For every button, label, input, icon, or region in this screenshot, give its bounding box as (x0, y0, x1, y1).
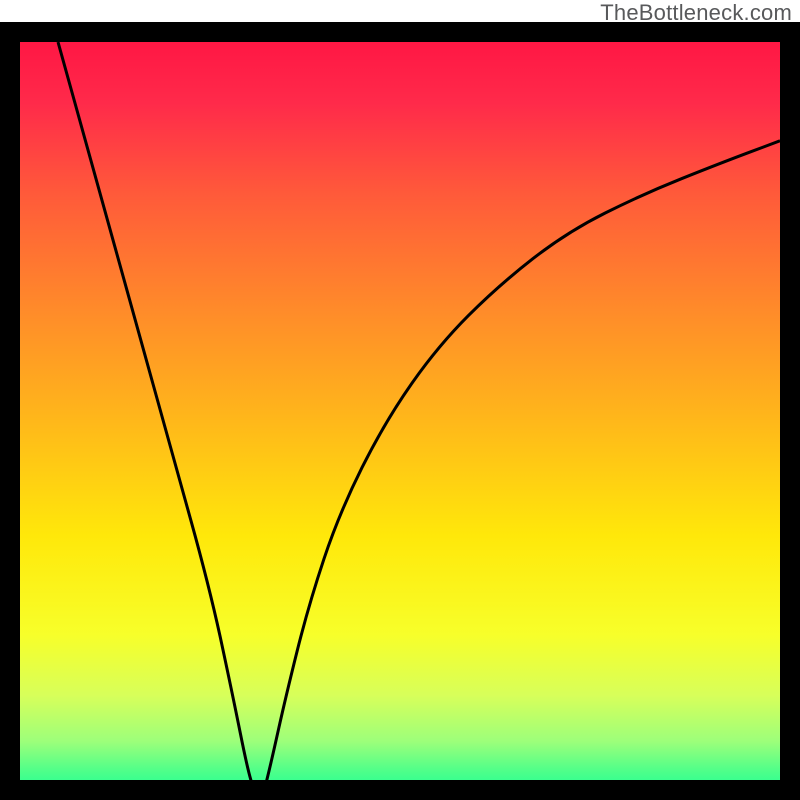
plot-area (20, 42, 780, 780)
curve-path (58, 42, 780, 780)
chart-frame (0, 22, 800, 800)
chart-stage: TheBottleneck.com (0, 0, 800, 800)
bottleneck-curve (20, 42, 780, 780)
